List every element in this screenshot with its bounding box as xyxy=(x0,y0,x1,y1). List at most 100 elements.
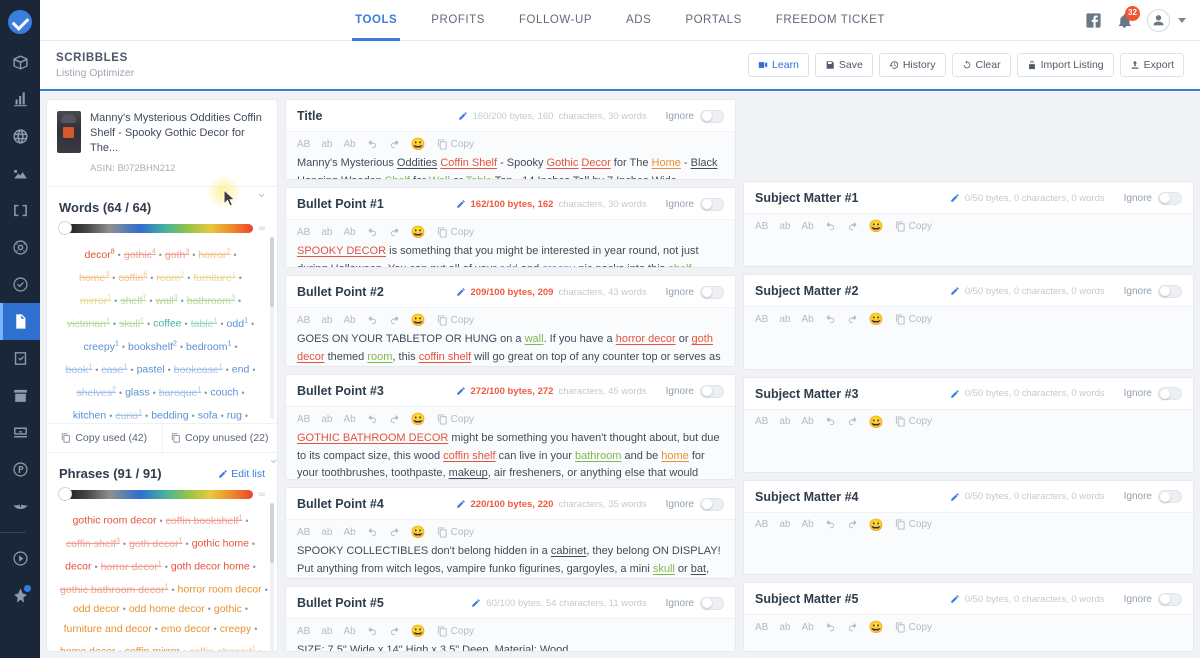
ignore-toggle-group[interactable]: Ignore xyxy=(1124,285,1182,298)
redo-icon[interactable] xyxy=(389,527,400,538)
lowercase-button[interactable]: ab xyxy=(779,416,790,427)
keyword-highlight[interactable]: bat xyxy=(691,563,706,575)
keyword-chip[interactable]: furniture1 xyxy=(193,272,235,284)
field-text[interactable]: SPOOKY DECOR is something that you might… xyxy=(286,242,735,268)
undo-icon[interactable] xyxy=(825,221,836,232)
history-button[interactable]: History xyxy=(879,53,946,77)
pencil-icon[interactable] xyxy=(456,499,466,509)
redo-icon[interactable] xyxy=(389,414,400,425)
undo-icon[interactable] xyxy=(367,315,378,326)
chevron-down-icon[interactable] xyxy=(1178,18,1186,23)
keyword-chip[interactable]: decor xyxy=(65,561,91,573)
cerebro-icon[interactable] xyxy=(0,229,40,266)
keyword-chip[interactable]: bedding xyxy=(151,410,188,422)
ignore-toggle-group[interactable]: Ignore xyxy=(666,110,724,123)
keyword-chip[interactable]: gothic xyxy=(214,603,242,615)
keyword-highlight[interactable]: DECOR xyxy=(346,245,386,257)
keyword-highlight[interactable]: wall xyxy=(525,333,544,345)
analytics-icon[interactable] xyxy=(0,81,40,118)
keyword-highlight[interactable]: room xyxy=(367,351,392,363)
keyword-chip[interactable]: bedroom1 xyxy=(186,341,231,353)
uppercase-button[interactable]: AB xyxy=(755,221,768,232)
keyword-chip[interactable]: coffin bookshelf1 xyxy=(166,515,243,527)
copy-button[interactable]: Copy xyxy=(895,519,932,530)
uppercase-button[interactable]: AB xyxy=(755,314,768,325)
trendster-icon[interactable] xyxy=(0,155,40,192)
lowercase-button[interactable]: ab xyxy=(321,527,332,538)
ignore-toggle-group[interactable]: Ignore xyxy=(1124,192,1182,205)
alerts-icon[interactable] xyxy=(0,488,40,525)
capitalize-button[interactable]: Ab xyxy=(343,527,355,538)
keyword-chip[interactable]: home3 xyxy=(79,272,109,284)
keyword-chip[interactable]: shelves2 xyxy=(76,387,116,399)
uppercase-button[interactable]: AB xyxy=(297,626,310,637)
uppercase-button[interactable]: AB xyxy=(297,139,310,150)
field-text[interactable]: Manny's Mysterious Oddities Coffin Shelf… xyxy=(286,154,735,180)
copy-button[interactable]: Copy xyxy=(895,314,932,325)
pencil-icon[interactable] xyxy=(456,386,466,396)
keyword-chip[interactable]: coffin mirror xyxy=(125,646,180,653)
keyword-highlight[interactable]: Black xyxy=(691,157,718,169)
redo-icon[interactable] xyxy=(847,416,858,427)
nav-item-freedom-ticket[interactable]: FREEDOM TICKET xyxy=(759,0,902,41)
pencil-icon[interactable] xyxy=(471,598,481,608)
keyword-highlight[interactable]: Decor xyxy=(581,157,610,169)
undo-icon[interactable] xyxy=(825,314,836,325)
phrases-scrollbar[interactable] xyxy=(270,503,274,652)
keyword-chip[interactable]: table1 xyxy=(191,318,218,330)
ignore-toggle-group[interactable]: Ignore xyxy=(666,498,724,511)
field-editor[interactable]: ABabAb😀Copy xyxy=(744,306,1193,370)
words-scrollbar[interactable] xyxy=(270,237,274,419)
field-text[interactable]: SPOOKY COLLECTIBLES don't belong hidden … xyxy=(286,542,735,579)
keyword-chip[interactable]: victorian1 xyxy=(67,318,110,330)
field-text[interactable] xyxy=(744,535,1193,546)
redo-icon[interactable] xyxy=(389,626,400,637)
field-text[interactable] xyxy=(744,432,1193,443)
field-editor[interactable]: ABabAb😀CopySPOOKY DECOR is something tha… xyxy=(286,219,735,268)
pencil-icon[interactable] xyxy=(456,199,466,209)
uppercase-button[interactable]: AB xyxy=(755,519,768,530)
capitalize-button[interactable]: Ab xyxy=(343,227,355,238)
keywords-icon[interactable] xyxy=(0,192,40,229)
ignore-toggle[interactable] xyxy=(700,385,724,398)
uppercase-button[interactable]: AB xyxy=(297,315,310,326)
undo-icon[interactable] xyxy=(825,416,836,427)
emoji-icon[interactable]: 😀 xyxy=(411,526,426,538)
pencil-icon[interactable] xyxy=(950,193,960,203)
field-editor[interactable]: ABabAb😀Copy xyxy=(744,614,1193,652)
lowercase-button[interactable]: ab xyxy=(779,314,790,325)
emoji-icon[interactable]: 😀 xyxy=(869,220,884,232)
field-editor[interactable]: ABabAb😀CopyGOES ON YOUR TABLETOP OR HUNG… xyxy=(286,307,735,367)
keyword-chip[interactable]: glass xyxy=(125,387,150,399)
app-logo[interactable] xyxy=(0,0,40,44)
nav-item-profits[interactable]: PROFITS xyxy=(414,0,502,41)
emoji-icon[interactable]: 😀 xyxy=(869,416,884,428)
words-relevance-slider[interactable]: ∞ xyxy=(47,215,277,233)
ignore-toggle[interactable] xyxy=(700,597,724,610)
ignore-toggle[interactable] xyxy=(700,498,724,511)
lowercase-button[interactable]: ab xyxy=(779,519,790,530)
keyword-chip[interactable]: goth decor1 xyxy=(129,538,183,550)
field-editor[interactable]: ABabAb😀CopyGOTHIC BATHROOM DECOR might b… xyxy=(286,406,735,480)
uppercase-button[interactable]: AB xyxy=(755,416,768,427)
pencil-icon[interactable] xyxy=(456,287,466,297)
keyword-highlight[interactable]: odd xyxy=(499,263,517,269)
copy-button[interactable]: Copy xyxy=(437,626,474,637)
profits-icon[interactable] xyxy=(0,451,40,488)
lowercase-button[interactable]: ab xyxy=(321,626,332,637)
lowercase-button[interactable]: ab xyxy=(321,227,332,238)
capitalize-button[interactable]: Ab xyxy=(801,416,813,427)
keyword-highlight[interactable]: Shelf xyxy=(385,175,410,181)
keyword-chip[interactable]: odd1 xyxy=(227,318,248,330)
edit-list-button[interactable]: Edit list xyxy=(218,468,265,480)
copy-button[interactable]: Copy xyxy=(437,414,474,425)
uppercase-button[interactable]: AB xyxy=(297,227,310,238)
bell-icon[interactable]: 32 xyxy=(1116,12,1133,29)
copy-used-button[interactable]: Copy used (42) xyxy=(47,424,162,452)
keyword-highlight[interactable]: makeup xyxy=(449,467,488,479)
keyword-chip[interactable]: odd decor xyxy=(73,603,120,615)
emoji-icon[interactable]: 😀 xyxy=(411,625,426,637)
keyword-chip[interactable]: kitchen xyxy=(73,410,106,422)
learn-button[interactable]: Learn xyxy=(748,53,809,77)
copy-button[interactable]: Copy xyxy=(437,527,474,538)
